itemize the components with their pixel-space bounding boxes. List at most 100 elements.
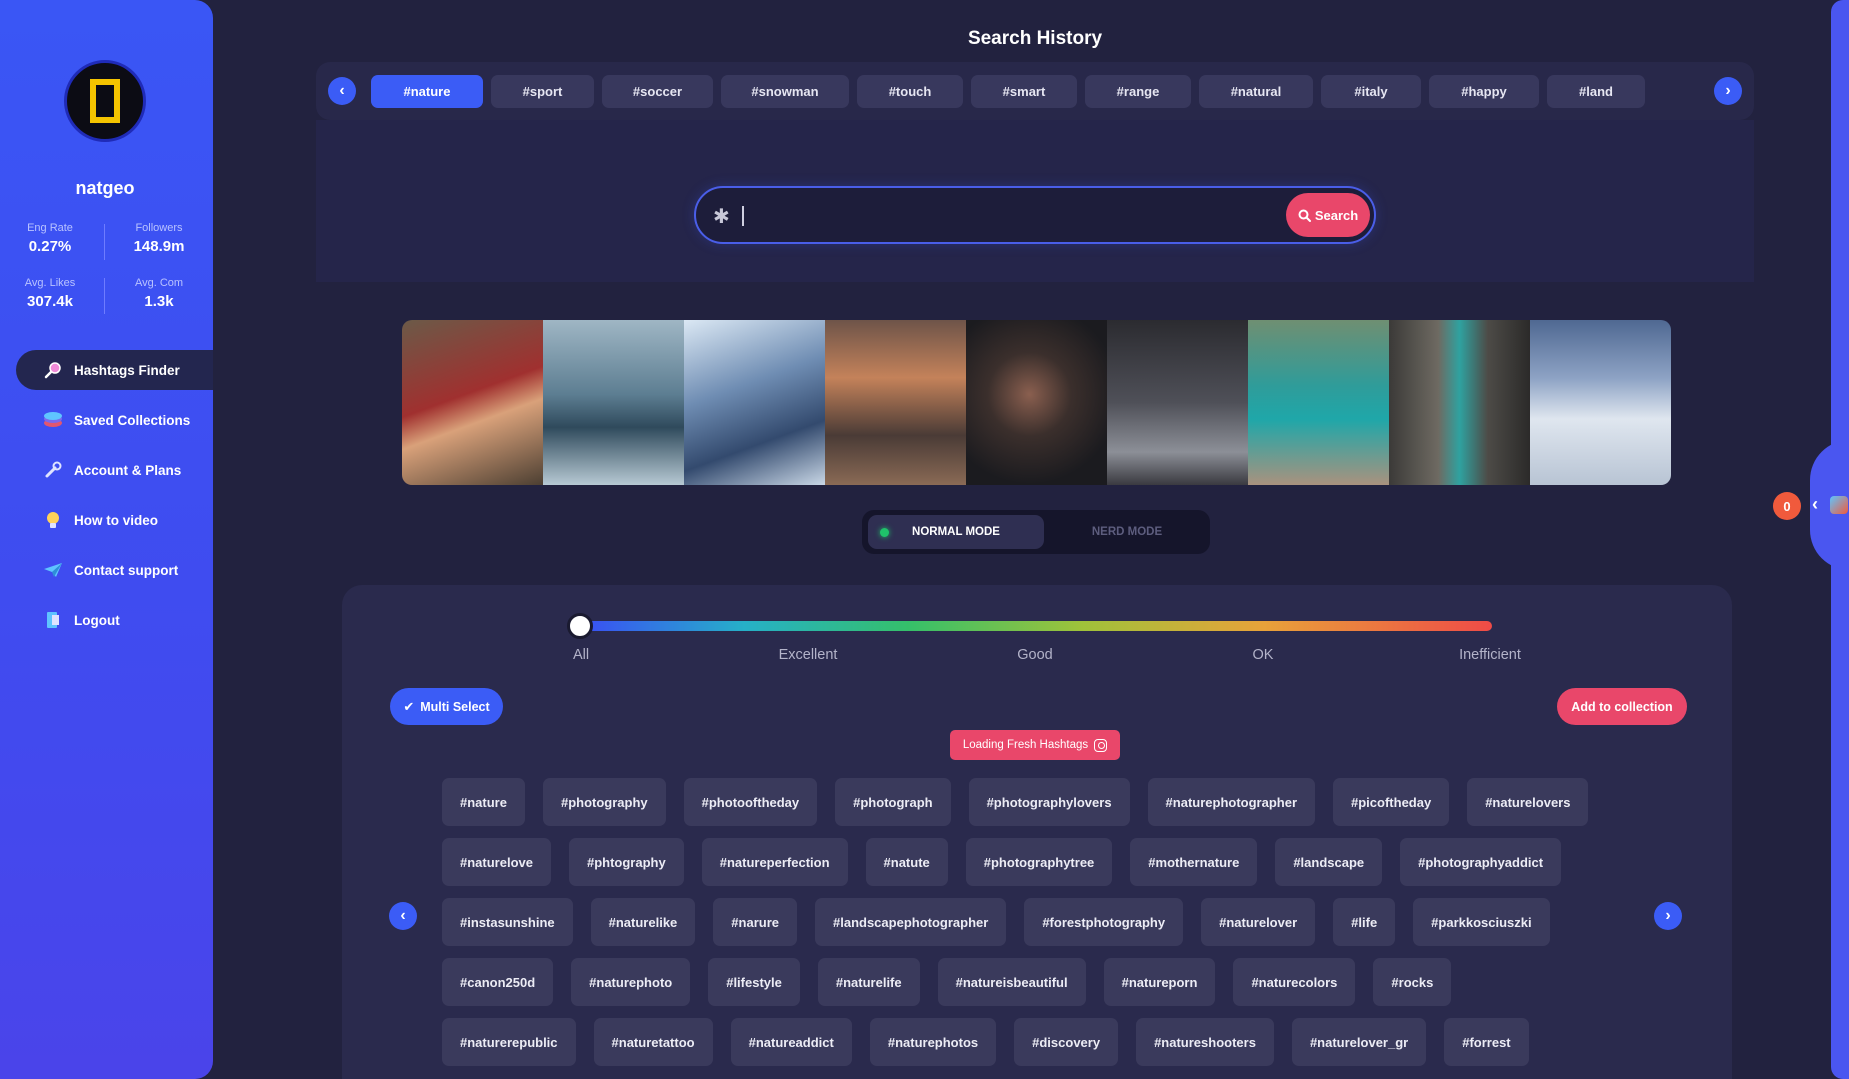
hashtag-chip[interactable]: #photooftheday xyxy=(683,778,818,826)
hashtag-chip[interactable]: #canon250d xyxy=(442,958,554,1006)
gallery-photo[interactable] xyxy=(543,320,684,485)
hashtag-chip[interactable]: #natureisbeautiful xyxy=(937,958,1086,1006)
normal-mode-button[interactable]: NORMAL MODE xyxy=(868,515,1044,549)
chevron-left-icon: ‹ xyxy=(400,907,406,924)
stat-label: Avg. Com xyxy=(134,277,184,289)
hashtag-chip[interactable]: #natureporn xyxy=(1103,958,1216,1006)
sidebar-item-account-plans[interactable]: Account & Plans xyxy=(16,450,213,490)
hashtag-chip[interactable]: #photographylovers xyxy=(968,778,1130,826)
slider-label-good[interactable]: Good xyxy=(975,647,1095,663)
hashtag-chip[interactable]: #natureaddict xyxy=(730,1018,852,1066)
sidebar-item-saved-collections[interactable]: Saved Collections xyxy=(16,400,213,440)
tags-prev-button[interactable]: ‹ xyxy=(389,902,417,930)
gallery-photo[interactable] xyxy=(966,320,1107,485)
history-tag[interactable]: #snowman xyxy=(721,75,849,108)
gallery-photo[interactable] xyxy=(1248,320,1389,485)
slider-label-excellent[interactable]: Excellent xyxy=(748,647,868,663)
notification-badge[interactable]: 0 xyxy=(1773,492,1801,520)
history-tag[interactable]: #smart xyxy=(971,75,1077,108)
stat-label: Avg. Likes xyxy=(24,277,76,289)
hashtag-chip[interactable]: #life xyxy=(1333,898,1396,946)
hashtag-chip[interactable]: #naturelover_gr xyxy=(1291,1018,1427,1066)
hashtag-chip[interactable]: #parkkosciuszki xyxy=(1413,898,1550,946)
hashtag-chip[interactable]: #natute xyxy=(865,838,948,886)
hashtag-chip[interactable]: #nature xyxy=(442,778,525,826)
hashtag-row: #canon250d #naturephoto #lifestyle #natu… xyxy=(442,958,1592,1006)
hashtag-chip[interactable]: #landscapephotographer xyxy=(815,898,1007,946)
hashtag-chip[interactable]: #landscape xyxy=(1275,838,1383,886)
gallery-photo[interactable] xyxy=(825,320,966,485)
sidebar-item-contact-support[interactable]: Contact support xyxy=(16,550,213,590)
hashtag-chip[interactable]: #forestphotography xyxy=(1024,898,1184,946)
hashtag-chip[interactable]: #naturephotographer xyxy=(1147,778,1316,826)
stat-divider xyxy=(104,224,105,260)
gallery-photo[interactable] xyxy=(1389,320,1530,485)
history-tag[interactable]: #soccer xyxy=(602,75,713,108)
hashtag-chip[interactable]: #forrest xyxy=(1444,1018,1529,1066)
history-tag[interactable]: #happy xyxy=(1429,75,1539,108)
nerd-mode-button[interactable]: NERD MODE xyxy=(1052,515,1202,549)
history-tag[interactable]: #touch xyxy=(857,75,963,108)
slider-label-inefficient[interactable]: Inefficient xyxy=(1430,647,1550,663)
history-tag[interactable]: #natural xyxy=(1199,75,1313,108)
hashtag-chip[interactable]: #photography xyxy=(542,778,666,826)
history-tag[interactable]: #range xyxy=(1085,75,1191,108)
hashtag-chip[interactable]: #naturecolors xyxy=(1233,958,1356,1006)
slider-label-all[interactable]: All xyxy=(521,647,641,663)
multi-select-button[interactable]: ✔ Multi Select xyxy=(390,688,503,725)
gallery-photo[interactable] xyxy=(1107,320,1248,485)
hashtag-chip[interactable]: #naturelovers xyxy=(1467,778,1589,826)
hashtag-chip[interactable]: #naturephotos xyxy=(869,1018,997,1066)
history-prev-button[interactable]: ‹ xyxy=(328,77,356,105)
stack-icon xyxy=(42,409,64,431)
stat-value: 1.3k xyxy=(144,293,174,310)
hashtag-chip[interactable]: #naturetattoo xyxy=(593,1018,713,1066)
hashtag-chip[interactable]: #naturelife xyxy=(817,958,920,1006)
chevron-left-icon[interactable]: ‹ xyxy=(1812,494,1818,515)
hashtag-chip[interactable]: #lifestyle xyxy=(708,958,800,1006)
hashtag-chip[interactable]: #mothernature xyxy=(1130,838,1258,886)
gallery-photo[interactable] xyxy=(684,320,825,485)
gallery-photo[interactable] xyxy=(1530,320,1671,485)
natgeo-logo xyxy=(90,79,120,123)
hashtag-chip[interactable]: #photograph xyxy=(835,778,951,826)
hashtag-chip[interactable]: #instasunshine xyxy=(442,898,573,946)
tags-next-button[interactable]: › xyxy=(1654,902,1682,930)
hashtag-chip[interactable]: #narure xyxy=(713,898,797,946)
sidebar-item-label: How to video xyxy=(74,512,158,528)
hashtag-chip[interactable]: #picoftheday xyxy=(1333,778,1450,826)
quality-slider-knob[interactable] xyxy=(567,613,593,639)
stat-label: Eng Rate xyxy=(27,222,73,234)
slider-label-ok[interactable]: OK xyxy=(1203,647,1323,663)
hashtag-row: #instasunshine #naturelike #narure #land… xyxy=(442,898,1592,946)
search-button[interactable]: Search xyxy=(1286,193,1370,237)
hashtag-chip[interactable]: #photographyaddict xyxy=(1400,838,1562,886)
history-tag[interactable]: #nature xyxy=(371,75,483,108)
hashtag-chip[interactable]: #phtography xyxy=(568,838,684,886)
sidebar-item-hashtags-finder[interactable]: Hashtags Finder xyxy=(16,350,213,390)
history-next-button[interactable]: › xyxy=(1714,77,1742,105)
history-tag[interactable]: #italy xyxy=(1321,75,1421,108)
hashtag-chip[interactable]: #naturephoto xyxy=(571,958,691,1006)
gallery-photo[interactable] xyxy=(402,320,543,485)
stat-followers: Followers 148.9m xyxy=(114,222,204,255)
hashtag-chip[interactable]: #natureperfection xyxy=(701,838,848,886)
hashtag-chip[interactable]: #photographytree xyxy=(965,838,1113,886)
gear-icon[interactable]: ✱ xyxy=(713,204,730,229)
hashtag-chip[interactable]: #naturelike xyxy=(590,898,696,946)
hashtag-chip[interactable]: #naturerepublic xyxy=(442,1018,576,1066)
search-input[interactable] xyxy=(746,200,1276,230)
hashtag-chip[interactable]: #naturelove xyxy=(442,838,551,886)
quality-slider-track[interactable] xyxy=(580,621,1492,631)
hashtag-chip[interactable]: #discovery xyxy=(1014,1018,1119,1066)
hashtag-chip[interactable]: #naturelover xyxy=(1201,898,1316,946)
sidebar-item-logout[interactable]: Logout xyxy=(16,600,213,640)
hashtag-chip[interactable]: #rocks xyxy=(1373,958,1452,1006)
hashtag-chip[interactable]: #natureshooters xyxy=(1136,1018,1274,1066)
multi-select-label: Multi Select xyxy=(420,699,490,714)
add-to-collection-button[interactable]: Add to collection xyxy=(1557,688,1687,725)
history-tag[interactable]: #land xyxy=(1547,75,1645,108)
sidebar-item-how-to-video[interactable]: How to video xyxy=(16,500,213,540)
history-tag[interactable]: #sport xyxy=(491,75,594,108)
stat-label: Followers xyxy=(135,222,183,234)
